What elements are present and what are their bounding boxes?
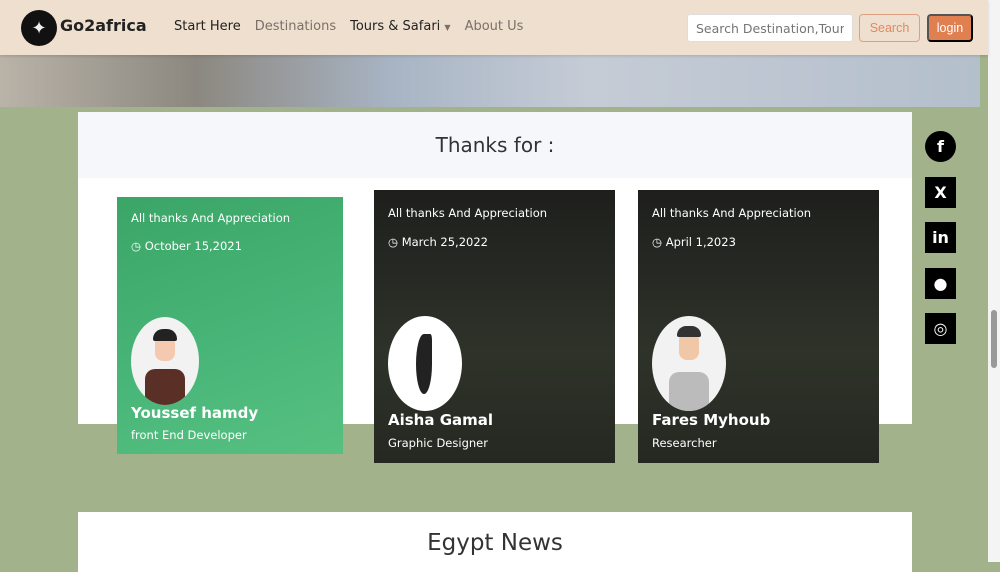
search-button[interactable]: Search	[859, 14, 920, 42]
scrollbar[interactable]	[988, 0, 1000, 562]
card-tag: All thanks And Appreciation	[652, 206, 812, 220]
nav-destinations[interactable]: Destinations	[255, 19, 336, 34]
date-text: March 25,2022	[401, 235, 488, 249]
card-name: Fares Myhoub	[652, 411, 771, 429]
thanks-card: All thanks And Appreciation ◷ October 15…	[117, 197, 343, 454]
clock-icon: ◷	[131, 239, 142, 253]
avatar	[388, 316, 462, 411]
card-role: front End Developer	[131, 428, 247, 442]
card-date: ◷ April 1,2023	[652, 235, 736, 249]
card-date: ◷ October 15,2021	[131, 239, 242, 253]
avatar	[652, 316, 726, 411]
avatar	[131, 317, 199, 405]
thanks-card: All thanks And Appreciation ◷ April 1,20…	[638, 190, 879, 463]
x-icon[interactable]: X	[925, 177, 956, 208]
card-role: Graphic Designer	[388, 436, 488, 450]
nav-tours-safari[interactable]: Tours & Safari ▼	[350, 19, 450, 34]
hero-image	[0, 55, 980, 107]
nav-start-here[interactable]: Start Here	[174, 19, 241, 34]
nav-tours-label: Tours & Safari	[350, 19, 441, 34]
facebook-icon[interactable]: f	[925, 131, 956, 162]
section-title: Thanks for :	[78, 112, 912, 178]
login-button[interactable]: login	[927, 14, 973, 42]
card-tag: All thanks And Appreciation	[388, 206, 548, 220]
nav-about-us[interactable]: About Us	[465, 19, 524, 34]
card-name: Aisha Gamal	[388, 411, 494, 429]
card-role: Researcher	[652, 436, 717, 450]
date-text: October 15,2021	[144, 239, 242, 253]
brand-name[interactable]: Go2africa	[60, 16, 147, 35]
navbar: ✦ Go2africa Start Here Destinations Tour…	[0, 0, 988, 55]
linkedin-icon[interactable]: in	[925, 222, 956, 253]
date-text: April 1,2023	[665, 235, 736, 249]
card-date: ◷ March 25,2022	[388, 235, 488, 249]
instagram-icon[interactable]: ◎	[925, 313, 956, 344]
card-name: Youssef hamdy	[131, 404, 259, 422]
clock-icon: ◷	[652, 235, 663, 249]
scrollbar-thumb[interactable]	[991, 310, 997, 368]
search-input[interactable]	[687, 14, 853, 42]
africa-logo-icon[interactable]: ✦	[21, 10, 57, 46]
news-section: Egypt News	[78, 512, 912, 572]
thanks-card: All thanks And Appreciation ◷ March 25,2…	[374, 190, 615, 463]
news-title: Egypt News	[427, 530, 563, 556]
github-icon[interactable]: ●	[925, 268, 956, 299]
caret-down-icon: ▼	[444, 23, 451, 32]
card-tag: All thanks And Appreciation	[131, 211, 291, 225]
clock-icon: ◷	[388, 235, 399, 249]
